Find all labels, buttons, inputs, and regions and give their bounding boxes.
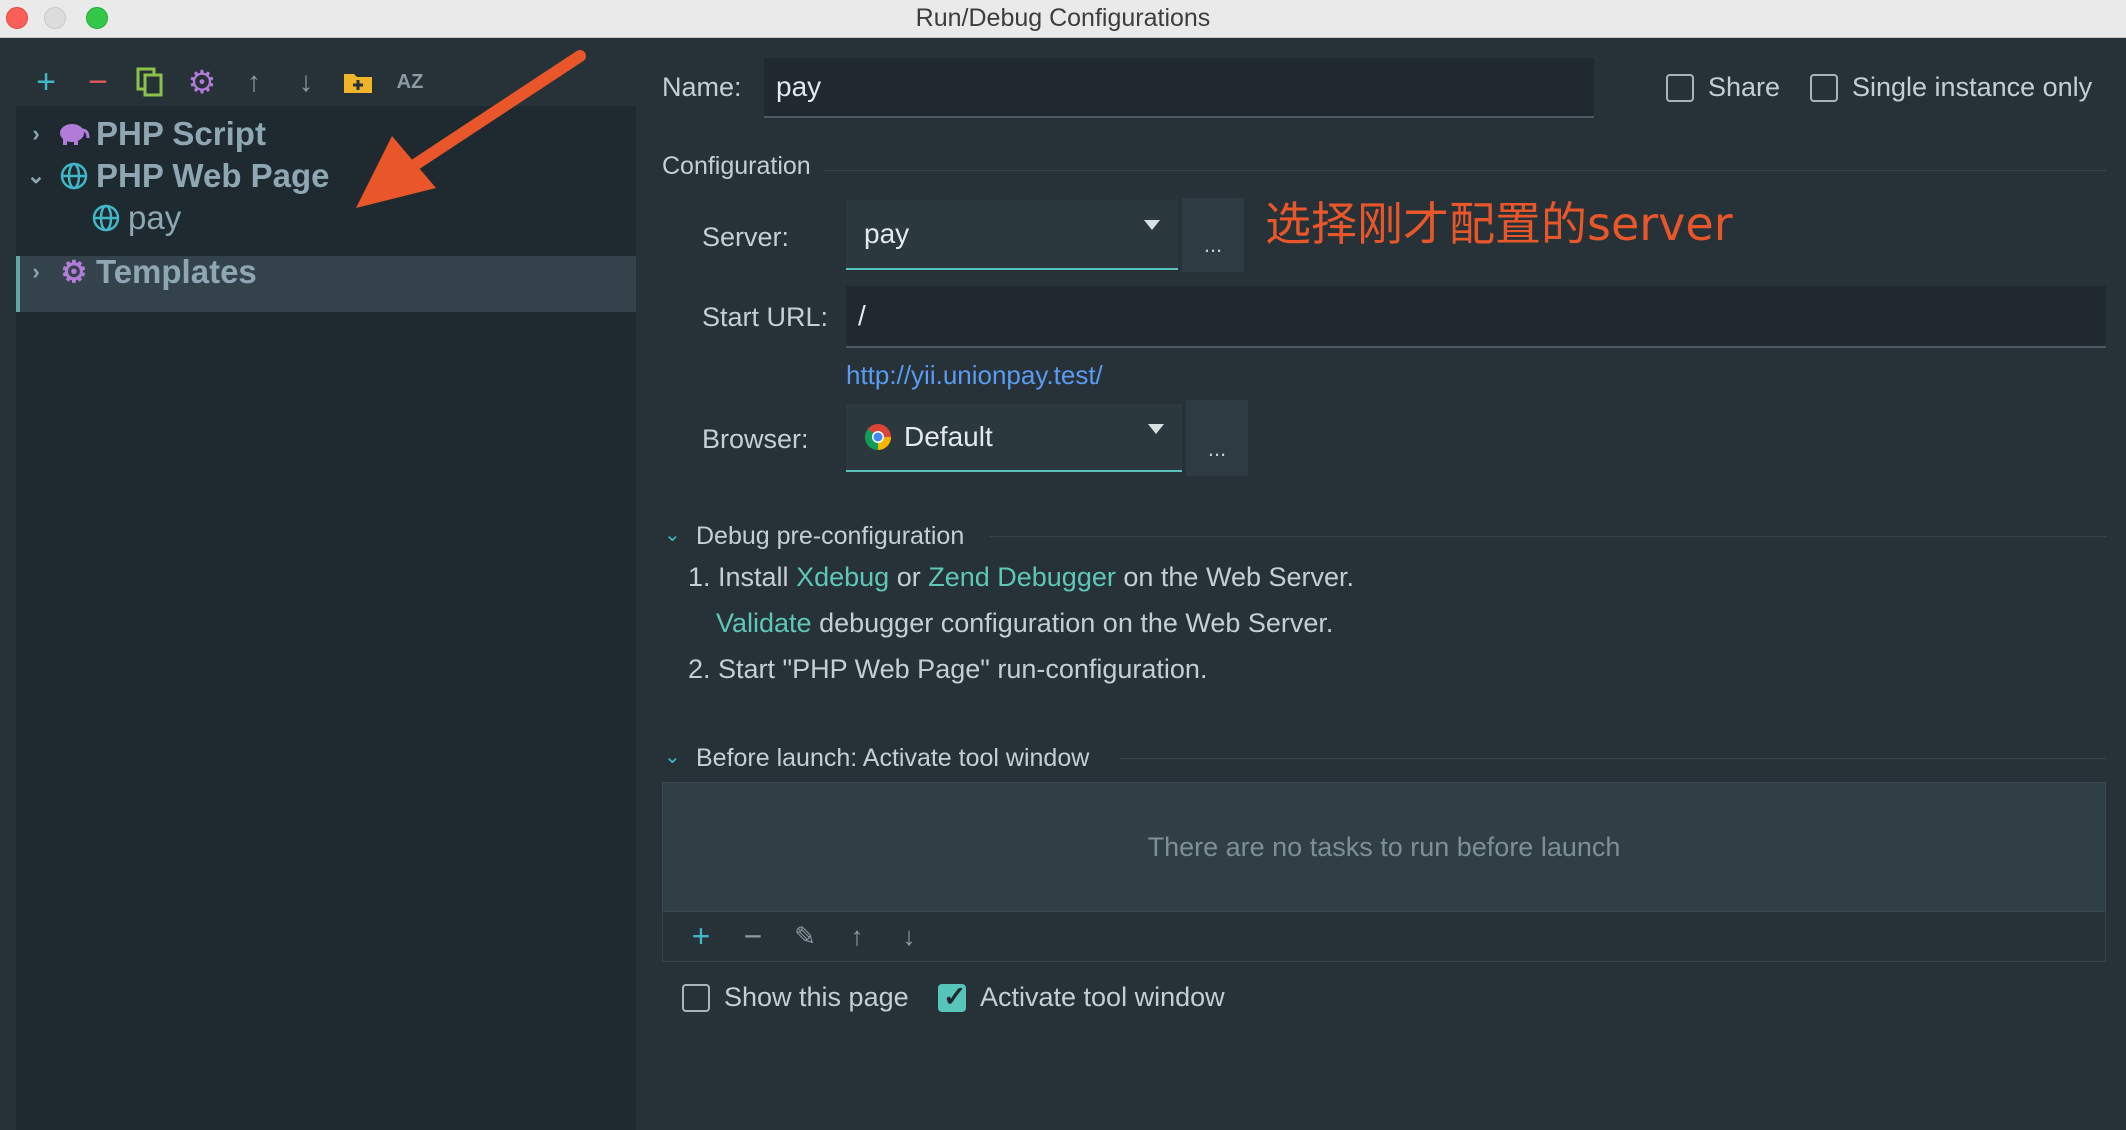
chevron-down-icon[interactable]: ⌄ xyxy=(664,744,681,769)
before-launch-title: Before launch: Activate tool window xyxy=(696,744,1090,772)
gear-icon: ⚙ xyxy=(60,255,88,289)
start-url-field[interactable]: / xyxy=(846,286,2106,348)
configuration-section-title: Configuration xyxy=(662,152,811,180)
zend-debugger-link[interactable]: Zend Debugger xyxy=(928,562,1116,592)
add-icon[interactable]: + xyxy=(675,913,727,961)
arrow-down-icon[interactable]: ↓ xyxy=(883,913,935,961)
arrow-down-icon[interactable]: ↓ xyxy=(280,62,332,102)
section-divider xyxy=(990,536,2106,537)
configurations-panel: + − ⚙ ↑ ↓ AZ › PHP Script ⌄ PHP Web Page xyxy=(0,38,636,1130)
tree-item-pay[interactable]: pay xyxy=(88,190,181,246)
server-select[interactable]: pay xyxy=(846,200,1178,270)
remove-icon[interactable]: − xyxy=(72,62,124,102)
name-label: Name: xyxy=(662,72,742,102)
section-divider xyxy=(824,170,2106,171)
before-launch-task-list[interactable]: There are no tasks to run before launch xyxy=(662,782,2106,912)
browser-more-button[interactable]: ... xyxy=(1186,400,1248,476)
window-title: Run/Debug Configurations xyxy=(915,4,1211,32)
annotation-arrow-icon xyxy=(356,50,586,208)
gear-icon[interactable]: ⚙ xyxy=(176,62,228,102)
validate-suffix: debugger configuration on the Web Server… xyxy=(819,608,1334,638)
chrome-icon xyxy=(864,423,892,451)
tree-item-label: Templates xyxy=(96,253,257,290)
step-1-prefix: 1. Install xyxy=(688,562,789,592)
server-label: Server: xyxy=(702,222,790,252)
share-label: Share xyxy=(1708,72,1781,102)
tree-item-templates[interactable]: › ⚙ Templates xyxy=(16,244,257,300)
validate-line: Validate debugger configuration on the W… xyxy=(716,608,1333,639)
add-icon[interactable]: + xyxy=(20,62,72,102)
show-page-label: Show this page xyxy=(724,982,909,1012)
server-more-button[interactable]: ... xyxy=(1182,198,1244,272)
remove-icon[interactable]: − xyxy=(727,913,779,961)
debug-step-2: 2. Start "PHP Web Page" run-configuratio… xyxy=(688,654,1208,684)
share-checkbox[interactable] xyxy=(1666,74,1694,102)
debug-section-title: Debug pre-configuration xyxy=(696,522,965,550)
browser-select-value: Default xyxy=(904,421,993,452)
chevron-right-icon[interactable]: › xyxy=(16,259,56,285)
single-instance-label: Single instance only xyxy=(1852,72,2093,102)
php-elephant-icon xyxy=(56,116,92,152)
browser-select[interactable]: Default xyxy=(846,404,1182,472)
chevron-down-icon[interactable]: ⌄ xyxy=(664,522,681,547)
tree-item-label: pay xyxy=(128,199,182,236)
section-divider xyxy=(1120,758,2106,759)
copy-icon[interactable] xyxy=(124,62,176,102)
activate-tool-window-label: Activate tool window xyxy=(980,982,1225,1012)
start-url-label: Start URL: xyxy=(702,302,829,332)
name-field[interactable]: pay xyxy=(764,58,1594,118)
xdebug-link[interactable]: Xdebug xyxy=(796,562,889,592)
dropdown-arrow-icon xyxy=(1144,220,1160,230)
server-select-value: pay xyxy=(864,218,910,249)
browser-label: Browser: xyxy=(702,424,809,454)
or-text: or xyxy=(896,562,921,592)
chevron-right-icon[interactable]: › xyxy=(16,121,56,147)
globe-icon xyxy=(56,158,92,194)
debug-step-1: 1. Install Xdebug or Zend Debugger on th… xyxy=(688,562,1354,593)
single-instance-checkbox[interactable] xyxy=(1810,74,1838,102)
globe-icon xyxy=(88,200,124,236)
dropdown-arrow-icon xyxy=(1148,424,1164,434)
validate-link[interactable]: Validate xyxy=(716,608,812,638)
before-launch-toolbar: + − ✎ ↑ ↓ xyxy=(662,912,2106,962)
activate-tool-window-checkbox[interactable] xyxy=(938,980,966,1013)
annotation-text: 选择刚才配置的server xyxy=(1265,197,1733,251)
arrow-up-icon[interactable]: ↑ xyxy=(831,913,883,961)
chevron-down-icon[interactable]: ⌄ xyxy=(16,163,56,189)
arrow-up-icon[interactable]: ↑ xyxy=(228,62,280,102)
show-page-checkbox[interactable] xyxy=(682,984,710,1012)
edit-icon[interactable]: ✎ xyxy=(779,913,831,961)
resolved-url-link[interactable]: http://yii.unionpay.test/ xyxy=(846,360,1103,391)
title-bar: Run/Debug Configurations xyxy=(0,0,2126,38)
empty-tasks-text: There are no tasks to run before launch xyxy=(1147,831,1621,862)
configuration-tree: › PHP Script ⌄ PHP Web Page pay › ⚙ Temp… xyxy=(16,106,636,1130)
step-1-suffix: on the Web Server. xyxy=(1123,562,1355,592)
